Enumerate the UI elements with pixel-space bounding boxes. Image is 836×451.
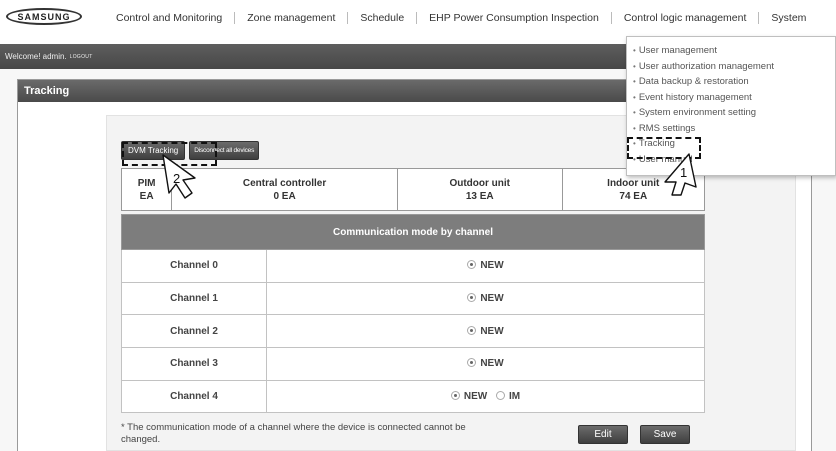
menu-item-rms-settings[interactable]: RMS settings <box>633 121 835 137</box>
table-row: Channel 3 NEW <box>121 347 705 381</box>
radio-new[interactable] <box>467 260 477 270</box>
radio-new[interactable] <box>450 390 460 400</box>
menu-item-event-history[interactable]: Event history management <box>633 90 835 106</box>
channel-name: Channel 4 <box>121 379 267 414</box>
radio-new[interactable] <box>467 292 477 302</box>
action-buttons: Edit Save <box>578 425 690 444</box>
menu-item-data-backup[interactable]: Data backup & restoration <box>633 74 835 90</box>
table-row: Channel 0 NEW <box>121 249 705 283</box>
channel-mode: NEW IM <box>266 379 705 414</box>
menu-item-system-environment[interactable]: System environment setting <box>633 105 835 121</box>
main-nav: Control and Monitoring Zone management S… <box>104 12 818 24</box>
welcome-text: Welcome! admin. <box>5 52 67 61</box>
note-text: * The communication mode of a channel wh… <box>121 422 466 445</box>
nav-control-monitoring[interactable]: Control and Monitoring <box>104 12 236 24</box>
nav-zone-management[interactable]: Zone management <box>235 12 349 24</box>
channel-name: Channel 1 <box>121 281 267 316</box>
communication-mode-table: Communication mode by channel Channel 0 … <box>121 214 705 414</box>
device-summary-table: PIM EA Central controller 0 EA Outdoor uni… <box>120 168 706 211</box>
nav-schedule[interactable]: Schedule <box>348 12 418 24</box>
nav-ehp-power[interactable]: EHP Power Consumption Inspection <box>417 12 612 24</box>
channel-name: Channel 2 <box>121 314 267 349</box>
save-button[interactable]: Save <box>640 425 690 444</box>
channel-name: Channel 0 <box>121 249 267 283</box>
menu-item-user-management[interactable]: User management <box>633 43 835 59</box>
summary-outdoor-unit: Outdoor unit 13 EA <box>396 168 563 211</box>
logout-link[interactable]: LOGOUT <box>70 54 93 60</box>
comm-header: Communication mode by channel <box>121 214 705 250</box>
svg-text:1: 1 <box>680 165 687 180</box>
summary-central-controller: Central controller 0 EA <box>171 168 398 211</box>
channel-mode: NEW <box>266 314 705 349</box>
svg-text:2: 2 <box>173 171 180 186</box>
pointer-2-icon: 2 <box>162 154 196 199</box>
radio-new[interactable] <box>467 358 477 368</box>
radio-im[interactable] <box>496 390 505 400</box>
menu-item-user-authorization[interactable]: User authorization management <box>633 59 835 75</box>
table-row: Channel 4 NEW IM <box>121 379 705 414</box>
table-row: Channel 2 NEW <box>121 314 705 349</box>
channel-name: Channel 3 <box>121 347 267 381</box>
table-row: Channel 1 NEW <box>121 281 705 316</box>
nav-control-logic[interactable]: Control logic management <box>612 12 760 24</box>
channel-mode: NEW <box>266 281 705 316</box>
nav-system[interactable]: System <box>759 12 818 24</box>
channel-mode: NEW <box>266 347 705 381</box>
edit-button[interactable]: Edit <box>578 425 628 444</box>
radio-new[interactable] <box>467 325 477 335</box>
pointer-1-icon: 1 <box>664 153 697 196</box>
channel-mode: NEW <box>266 249 705 283</box>
samsung-logo: SAMSUNG <box>6 8 82 25</box>
